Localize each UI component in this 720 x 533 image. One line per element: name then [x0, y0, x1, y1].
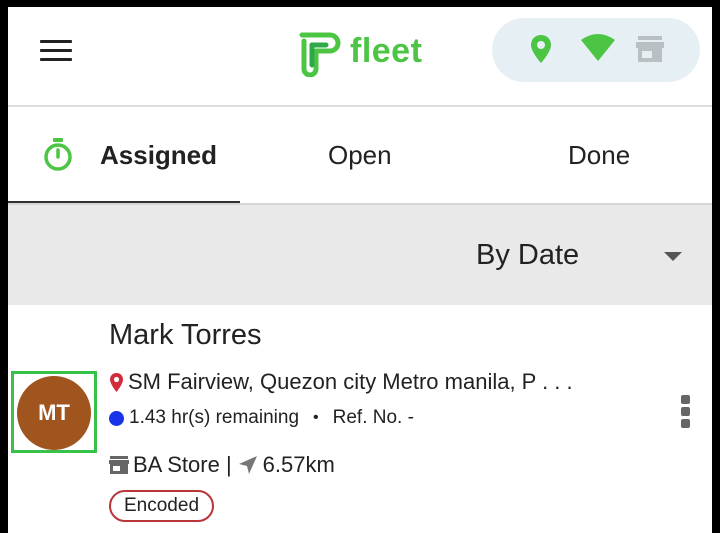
tab-open[interactable]: Open: [328, 107, 392, 203]
separator-dot: •: [313, 409, 319, 426]
wifi-icon[interactable]: [580, 32, 616, 62]
tab-assigned[interactable]: Assigned: [42, 107, 217, 203]
location-pin-icon: [110, 372, 123, 392]
address-row: SM Fairview, Quezon city Metro manila, P…: [109, 369, 573, 395]
tab-open-label: Open: [328, 139, 392, 170]
store-row: BA Store | 6.57km: [109, 452, 335, 478]
fleet-logo-icon: [299, 32, 341, 77]
time-row: 1.43 hr(s) remaining • Ref. No. -: [109, 407, 414, 429]
more-options-icon[interactable]: [678, 395, 692, 431]
status-dot-icon: [109, 410, 124, 426]
address-text: SM Fairview, Quezon city Metro manila, P…: [128, 369, 573, 394]
customer-name: Mark Torres: [109, 319, 262, 351]
app-logo: fleet: [292, 23, 422, 79]
chevron-down-icon: [664, 252, 682, 261]
navigation-arrow-icon: [238, 456, 257, 474]
status-badge: Encoded: [109, 490, 215, 522]
app-screen: fleet Assigned Open Done By Date MT Mark…: [8, 7, 712, 533]
job-card[interactable]: MT Mark Torres SM Fairview, Quezon city …: [8, 305, 712, 533]
distance: 6.57km: [262, 452, 335, 477]
filter-bar: By Date: [8, 205, 712, 305]
avatar-initials: MT: [38, 400, 70, 425]
menu-icon[interactable]: [40, 40, 72, 62]
sort-dropdown-value: By Date: [476, 239, 580, 271]
timer-icon: [44, 138, 72, 171]
tab-bar: Assigned Open Done: [8, 107, 712, 203]
avatar-highlight: MT: [11, 371, 97, 453]
status-indicators: [492, 18, 700, 82]
store-icon: [109, 456, 129, 474]
time-remaining: 1.43 hr(s) remaining: [129, 407, 300, 428]
tab-done-label: Done: [568, 139, 631, 170]
tab-assigned-label: Assigned: [100, 139, 218, 170]
app-header: fleet: [8, 7, 712, 105]
location-pin-icon[interactable]: [530, 34, 552, 64]
avatar[interactable]: MT: [17, 376, 91, 450]
sort-dropdown[interactable]: By Date: [474, 233, 694, 279]
tab-done[interactable]: Done: [568, 107, 630, 203]
store-icon[interactable]: [636, 36, 664, 62]
reference-number: Ref. No. -: [332, 407, 414, 428]
logo-text: fleet: [350, 31, 423, 70]
store-name: BA Store |: [133, 452, 232, 477]
